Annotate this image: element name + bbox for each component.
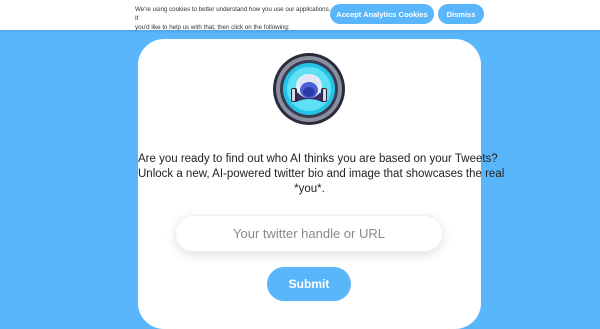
dismiss-cookies-button[interactable]: Dismiss — [438, 4, 484, 24]
main-card: Are you ready to find out who AI thinks … — [138, 39, 505, 329]
cookie-message: We're using cookies to better understand… — [135, 5, 335, 32]
accept-analytics-cookies-button[interactable]: Accept Analytics Cookies — [330, 4, 434, 24]
submit-button[interactable]: Submit — [267, 267, 351, 301]
cookie-banner: We're using cookies to better understand… — [0, 0, 600, 32]
twitter-handle-input[interactable] — [175, 215, 443, 252]
cookie-message-line1: We're using cookies to better understand… — [135, 6, 331, 22]
tagline-line3: *you*. — [294, 183, 325, 195]
tagline-line1: Are you ready to find out who AI thinks … — [138, 153, 498, 165]
tagline: Are you ready to find out who AI thinks … — [138, 152, 505, 197]
robot-logo-icon — [272, 52, 346, 126]
cookie-message-line2: you'd like to help us with that, then cl… — [135, 24, 290, 31]
tagline-line2: Unlock a new, AI-powered twitter bio and… — [138, 168, 505, 180]
